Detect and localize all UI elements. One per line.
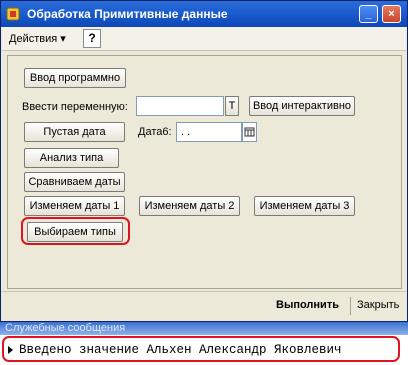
change-dates-2-button[interactable]: Изменяем даты 2	[139, 196, 240, 216]
type-select-button[interactable]: T	[225, 96, 239, 116]
date6-input[interactable]: . .	[176, 122, 242, 142]
compare-dates-button[interactable]: Сравниваем даты	[24, 172, 125, 192]
form-panel: Ввод программно Ввести переменную: T Вво…	[7, 55, 402, 289]
close-window-button[interactable]: ×	[382, 5, 401, 23]
highlight-choose-types	[21, 217, 130, 245]
change-dates-3-button[interactable]: Изменяем даты 3	[254, 196, 355, 216]
variable-input[interactable]	[136, 96, 224, 116]
highlight-message	[2, 336, 400, 362]
processing-window: Обработка Примитивные данные _ × Действи…	[0, 0, 408, 322]
app-icon	[6, 7, 20, 21]
calendar-icon	[244, 127, 255, 137]
title-bar[interactable]: Обработка Примитивные данные _ ×	[1, 1, 407, 27]
change-dates-1-button[interactable]: Изменяем даты 1	[24, 196, 125, 216]
window-title: Обработка Примитивные данные	[27, 7, 228, 21]
toolbar: Действия ▾ ?	[2, 27, 406, 51]
bottom-separator	[350, 297, 351, 315]
empty-date-button[interactable]: Пустая дата	[24, 122, 125, 142]
type-analysis-button[interactable]: Анализ типа	[24, 148, 119, 168]
enter-variable-label: Ввести переменную:	[22, 101, 128, 113]
input-program-button[interactable]: Ввод программно	[24, 68, 126, 88]
actions-menu[interactable]: Действия ▾	[9, 32, 66, 45]
bottom-bar: Выполнить Закрыть	[2, 291, 406, 321]
run-button[interactable]: Выполнить	[276, 299, 339, 311]
calendar-button[interactable]	[242, 122, 257, 142]
input-interactive-button[interactable]: Ввод интерактивно	[249, 96, 355, 116]
minimize-button[interactable]: _	[359, 5, 378, 23]
close-button[interactable]: Закрыть	[357, 299, 399, 311]
messages-area: Введено значение Альхен Александр Яковле…	[0, 335, 408, 365]
messages-header: Служебные сообщения	[0, 322, 408, 335]
help-button[interactable]: ?	[83, 29, 101, 48]
date6-label: Дата6:	[138, 126, 172, 138]
